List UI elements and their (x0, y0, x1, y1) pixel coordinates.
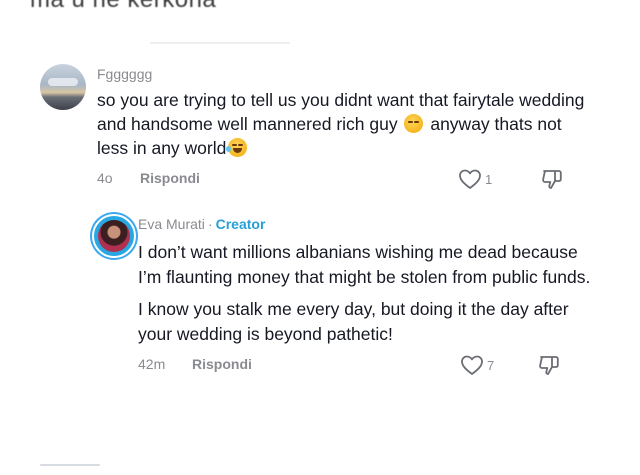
reply-button[interactable]: Rispondi (140, 170, 200, 186)
comment-username-row: Eva Murati · Creator (138, 214, 598, 234)
avatar[interactable] (92, 214, 136, 258)
comment-time: 42m (138, 356, 166, 372)
comment-time: 4o (97, 170, 113, 186)
comment-text-paragraph: I know you stalk me every day, but doing… (138, 299, 569, 344)
next-comment-edge (40, 464, 100, 466)
reply-button[interactable]: Rispondi (192, 356, 252, 372)
dislike-button[interactable] (540, 168, 564, 193)
thumbs-down-outline-icon (542, 170, 562, 189)
avatar-sky-image (48, 78, 78, 86)
unamused-face-emoji-icon (404, 114, 424, 133)
like-count: 1 (485, 171, 493, 187)
separator-dot: · (207, 216, 213, 232)
like-button[interactable]: 7 (460, 354, 494, 376)
comment-body: Fgggggg so you are trying to tell us you… (97, 64, 597, 190)
avatar-portrait-image (98, 220, 130, 252)
avatar[interactable] (40, 64, 86, 110)
dislike-button[interactable] (537, 354, 561, 379)
comment-meta: 4o Rispondi 1 (97, 168, 597, 190)
creator-badge: Creator (215, 216, 266, 232)
heart-outline-icon (459, 169, 481, 189)
comment-username[interactable]: Fgggggg (97, 64, 597, 84)
comment-text: so you are trying to tell us you didnt w… (97, 88, 597, 160)
cut-off-top-text: ma u ne kerkona (30, 0, 216, 14)
heart-outline-icon (461, 355, 483, 375)
comment-body: Eva Murati · Creator I don’t want millions… (138, 214, 598, 376)
comment-text-paragraph: I don’t want millions albanians wishing … (138, 242, 591, 287)
like-button[interactable]: 1 (458, 168, 492, 190)
tears-of-joy-emoji-icon (226, 138, 248, 157)
like-count: 7 (487, 357, 495, 373)
faint-divider (150, 42, 290, 44)
thumbs-down-outline-icon (539, 356, 559, 375)
comment-meta: 42m Rispondi 7 (138, 354, 598, 376)
comment-username[interactable]: Eva Murati (138, 216, 205, 232)
